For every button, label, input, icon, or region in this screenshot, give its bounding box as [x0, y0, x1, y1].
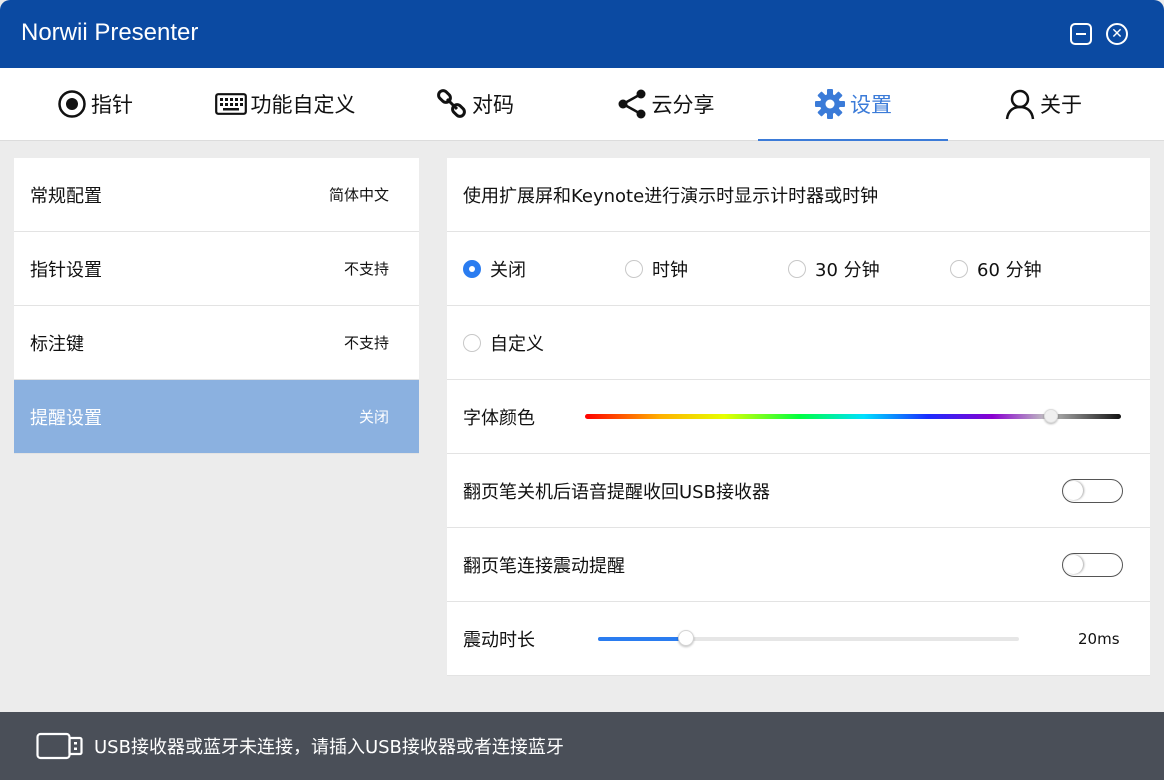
sidebar-item-value: 关闭: [358, 408, 389, 426]
reminder-settings-panel: 使用扩展屏和Keynote进行演示时显示计时器或时钟 关闭 时钟 30 分钟 6…: [447, 158, 1150, 676]
radio-button[interactable]: [463, 260, 481, 278]
timer-option-60min[interactable]: 60 分钟: [950, 232, 1042, 306]
timer-options-row: 关闭 时钟 30 分钟 60 分钟: [447, 232, 1150, 306]
radio-label: 60 分钟: [977, 260, 1042, 281]
vibration-duration-value: 20ms: [1078, 630, 1120, 648]
timer-option-off[interactable]: 关闭: [463, 232, 526, 306]
settings-sidebar: 常规配置 简体中文 指针设置 不支持 标注键 不支持 提醒设置 关闭: [14, 158, 419, 454]
app-title: Norwii Presenter: [21, 19, 199, 46]
vibration-duration-fill: [598, 637, 687, 641]
tab-custom-functions[interactable]: 功能自定义: [190, 68, 380, 140]
sidebar-item-pointer-settings[interactable]: 指针设置 不支持: [14, 232, 419, 306]
user-icon: [1004, 88, 1036, 120]
tab-cloud-share[interactable]: 云分享: [570, 68, 760, 140]
font-color-label: 字体颜色: [463, 407, 535, 429]
font-color-row: 字体颜色: [447, 380, 1150, 454]
usb-reminder-toggle[interactable]: [1062, 479, 1123, 503]
vibrate-connect-label: 翻页笔连接震动提醒: [463, 555, 625, 577]
tab-label: 功能自定义: [250, 93, 356, 117]
keyboard-icon: [214, 93, 247, 115]
sidebar-item-label: 指针设置: [30, 259, 102, 281]
sidebar-item-value: 不支持: [343, 334, 389, 352]
sidebar-item-label: 提醒设置: [30, 407, 102, 429]
sidebar-item-value: 不支持: [343, 260, 389, 278]
share-icon: [616, 88, 648, 120]
tab-label: 云分享: [651, 93, 715, 117]
radio-button[interactable]: [625, 260, 643, 278]
title-bar: Norwii Presenter ✕: [0, 0, 1164, 68]
tab-label: 设置: [850, 93, 892, 117]
sidebar-item-reminders[interactable]: 提醒设置 关闭: [14, 380, 419, 454]
usb-icon: [36, 731, 84, 761]
timer-option-custom[interactable]: 自定义: [463, 306, 544, 380]
vibration-duration-label: 震动时长: [463, 629, 535, 651]
vibrate-connect-row: 翻页笔连接震动提醒: [447, 528, 1150, 602]
usb-reminder-label: 翻页笔关机后语音提醒收回USB接收器: [463, 481, 770, 503]
timer-option-30min[interactable]: 30 分钟: [788, 232, 880, 306]
tab-about[interactable]: 关于: [948, 68, 1138, 140]
tab-bar: 指针 功能自定义 对码 云分享 设置 关于: [0, 68, 1164, 141]
vibration-duration-row: 震动时长 20ms: [447, 602, 1150, 676]
tab-pairing[interactable]: 对码: [380, 68, 570, 140]
sidebar-item-general[interactable]: 常规配置 简体中文: [14, 158, 419, 232]
close-icon[interactable]: ✕: [1106, 23, 1128, 45]
gear-icon: [814, 88, 846, 120]
radio-label: 自定义: [490, 334, 544, 355]
status-message: USB接收器或蓝牙未连接，请插入USB接收器或者连接蓝牙: [94, 737, 564, 758]
minimize-icon[interactable]: [1070, 23, 1092, 45]
timer-description-row: 使用扩展屏和Keynote进行演示时显示计时器或时钟: [447, 158, 1150, 232]
sidebar-item-value: 简体中文: [328, 186, 389, 204]
pointer-icon: [57, 89, 87, 119]
tab-label: 关于: [1040, 93, 1082, 117]
usb-reminder-row: 翻页笔关机后语音提醒收回USB接收器: [447, 454, 1150, 528]
timer-description: 使用扩展屏和Keynote进行演示时显示计时器或时钟: [463, 185, 879, 207]
vibrate-connect-toggle[interactable]: [1062, 553, 1123, 577]
status-bar: USB接收器或蓝牙未连接，请插入USB接收器或者连接蓝牙: [0, 712, 1164, 780]
radio-button[interactable]: [950, 260, 968, 278]
sidebar-item-annotation-key[interactable]: 标注键 不支持: [14, 306, 419, 380]
vibration-duration-slider[interactable]: [598, 637, 1019, 641]
sidebar-item-label: 常规配置: [30, 185, 102, 207]
radio-button[interactable]: [788, 260, 806, 278]
tab-settings[interactable]: 设置: [758, 68, 948, 141]
radio-button[interactable]: [463, 334, 481, 352]
tab-label: 对码: [472, 93, 514, 117]
radio-label: 关闭: [490, 260, 526, 281]
tab-label: 指针: [91, 93, 133, 117]
timer-custom-row: 自定义: [447, 306, 1150, 380]
font-color-slider[interactable]: [585, 414, 1121, 419]
vibration-duration-thumb[interactable]: [678, 630, 695, 646]
font-color-slider-thumb[interactable]: [1044, 409, 1059, 423]
radio-label: 30 分钟: [815, 260, 880, 281]
radio-label: 时钟: [652, 260, 688, 281]
sidebar-item-label: 标注键: [30, 333, 84, 355]
timer-option-clock[interactable]: 时钟: [625, 232, 688, 306]
link-icon: [436, 88, 468, 120]
tab-pointer[interactable]: 指针: [0, 68, 190, 140]
